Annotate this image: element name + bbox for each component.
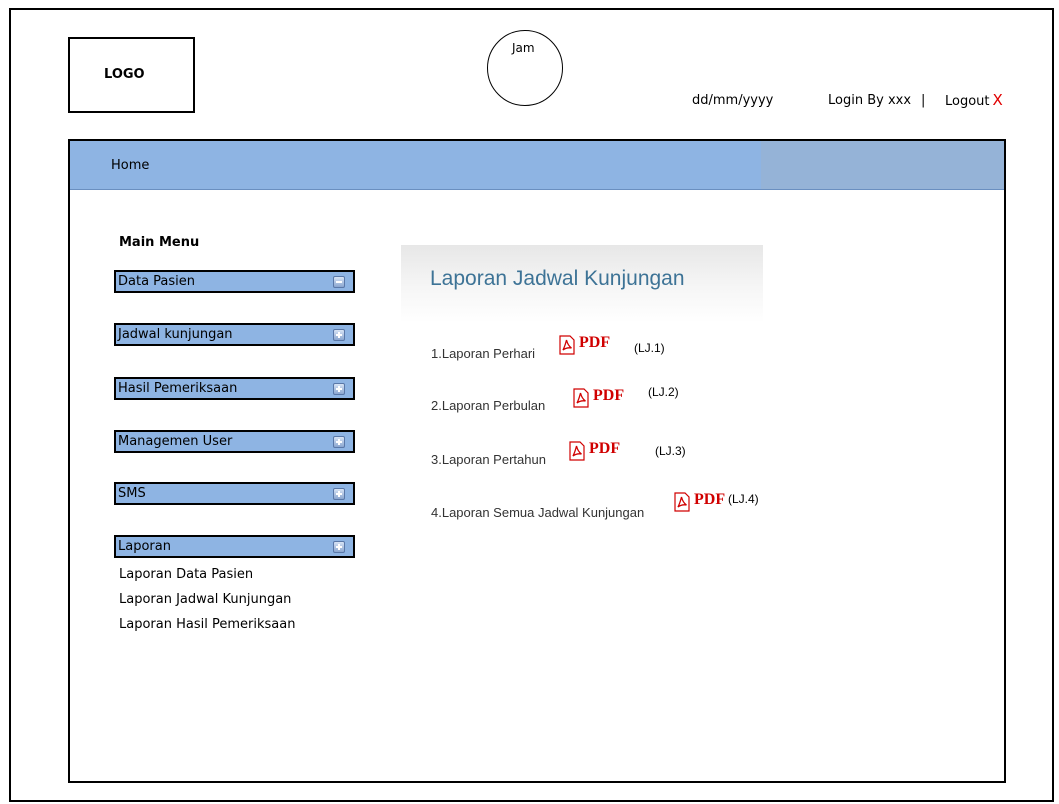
- nav-bar: Home: [70, 141, 1004, 190]
- pdf-label: PDF: [593, 387, 625, 404]
- menu-item-laporan[interactable]: Laporan: [114, 535, 355, 558]
- plus-icon[interactable]: [333, 488, 345, 500]
- report-label-perbulan: 2.Laporan Perbulan: [431, 398, 546, 413]
- close-icon: X: [992, 91, 1003, 109]
- submenu-laporan-data-pasien[interactable]: Laporan Data Pasien: [119, 567, 253, 582]
- panel-header: Laporan Jadwal Kunjungan: [401, 245, 763, 323]
- submenu-laporan-hasil-pemeriksaan[interactable]: Laporan Hasil Pemeriksaan: [119, 617, 295, 632]
- clock-label: Jam: [512, 41, 535, 55]
- logo-text: LOGO: [104, 67, 145, 82]
- minus-icon[interactable]: [333, 276, 345, 288]
- logo[interactable]: LOGO: [68, 37, 195, 113]
- page-title: Laporan Jadwal Kunjungan: [430, 267, 685, 290]
- plus-icon[interactable]: [333, 329, 345, 341]
- report-code: (LJ.2): [648, 385, 679, 399]
- plus-icon[interactable]: [333, 541, 345, 553]
- menu-item-data-pasien[interactable]: Data Pasien: [114, 270, 355, 293]
- report-code: (LJ.1): [634, 341, 665, 355]
- menu-item-label: Managemen User: [118, 434, 233, 449]
- logout-label: Logout: [945, 94, 990, 109]
- report-label-pertahun: 3.Laporan Pertahun: [431, 452, 546, 467]
- pdf-download-button[interactable]: PDF: [567, 440, 629, 462]
- report-code: (LJ.3): [655, 444, 686, 458]
- menu-item-label: Jadwal kunjungan: [118, 327, 233, 342]
- plus-icon[interactable]: [333, 436, 345, 448]
- report-label-semua: 4.Laporan Semua Jadwal Kunjungan: [431, 505, 645, 520]
- clock: Jam: [487, 30, 563, 106]
- pdf-icon: [569, 441, 585, 461]
- main-menu-title: Main Menu: [119, 235, 200, 250]
- report-label-perhari: 1.Laporan Perhari: [431, 346, 536, 361]
- login-info: Login By xxx: [828, 93, 912, 108]
- pdf-label: PDF: [694, 491, 726, 508]
- menu-item-label: Data Pasien: [118, 274, 196, 289]
- menu-item-label: Hasil Pemeriksaan: [118, 381, 238, 396]
- pdf-download-button[interactable]: PDF: [672, 491, 734, 513]
- menu-item-jadwal-kunjungan[interactable]: Jadwal kunjungan: [114, 323, 355, 346]
- menu-item-sms[interactable]: SMS: [114, 482, 355, 505]
- menu-item-hasil-pemeriksaan[interactable]: Hasil Pemeriksaan: [114, 377, 355, 400]
- pdf-icon: [674, 492, 690, 512]
- pdf-label: PDF: [579, 334, 611, 351]
- menu-item-managemen-user[interactable]: Managemen User: [114, 430, 355, 453]
- pdf-download-button[interactable]: PDF: [557, 334, 619, 356]
- report-code: (LJ.4): [728, 492, 759, 506]
- pdf-icon: [559, 335, 575, 355]
- pdf-download-button[interactable]: PDF: [571, 387, 633, 409]
- pdf-icon: [573, 388, 589, 408]
- nav-home[interactable]: Home: [111, 158, 149, 173]
- header-separator: |: [921, 93, 926, 108]
- pdf-label: PDF: [589, 440, 621, 457]
- plus-icon[interactable]: [333, 383, 345, 395]
- menu-item-label: SMS: [118, 486, 146, 501]
- submenu-laporan-jadwal-kunjungan[interactable]: Laporan Jadwal Kunjungan: [119, 592, 291, 607]
- logout-link[interactable]: Logout X: [945, 91, 1003, 109]
- menu-item-label: Laporan: [118, 539, 171, 554]
- current-date: dd/mm/yyyy: [692, 93, 774, 108]
